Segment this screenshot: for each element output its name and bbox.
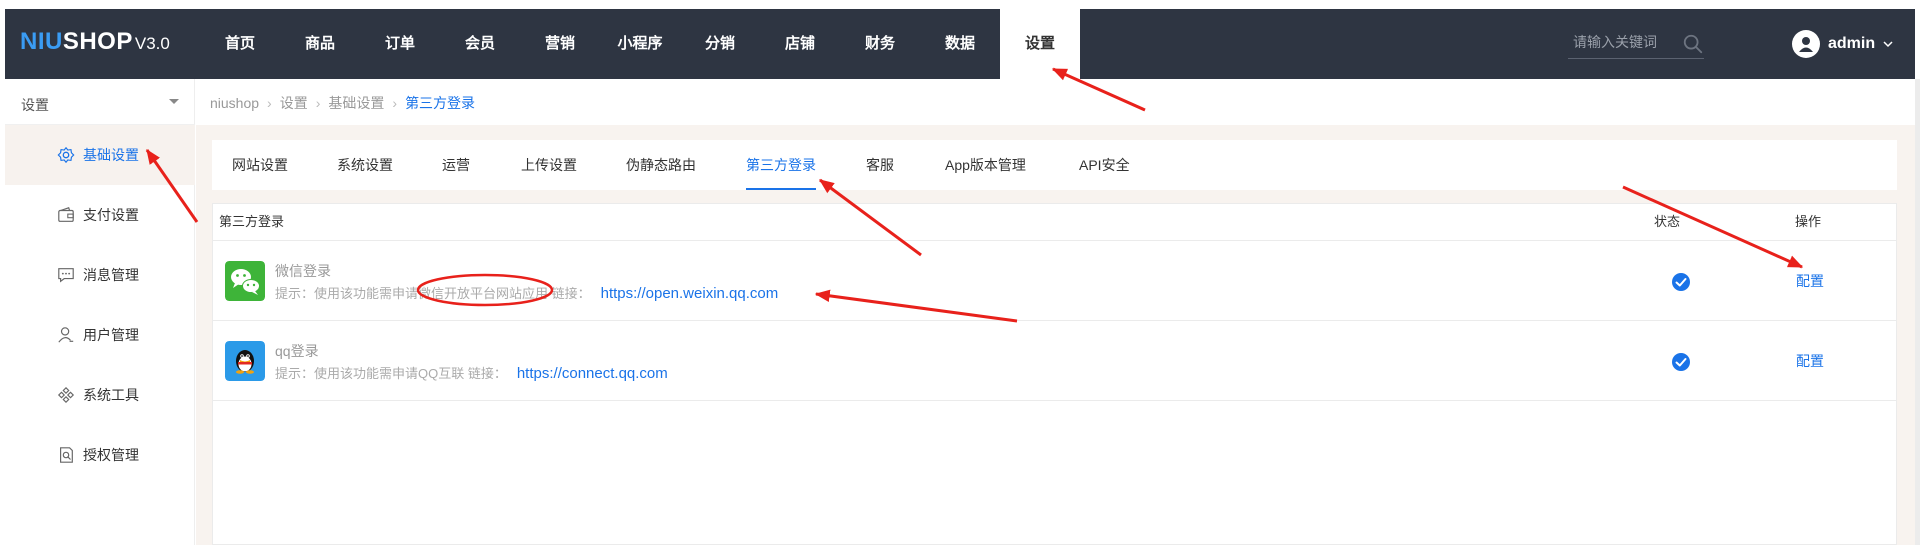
settings-tabs: 网站设置 系统设置 运营 上传设置 伪静态路由 第三方登录 客服 App版本管理…	[212, 140, 1897, 190]
nav-item-members[interactable]: 会员	[440, 9, 520, 79]
active-tab-indicator	[746, 188, 816, 190]
qq-icon	[225, 341, 265, 381]
tab-label: 第三方登录	[746, 157, 816, 173]
nav-item-stores[interactable]: 店铺	[760, 9, 840, 79]
sidebar-item-label: 用户管理	[83, 327, 139, 343]
tab-api-security[interactable]: API安全	[1079, 140, 1130, 190]
user-menu[interactable]: admin	[1792, 30, 1893, 58]
column-header-status: 状态	[1654, 214, 1681, 229]
nav-item-settings[interactable]: 设置	[1000, 9, 1080, 79]
breadcrumb: niushop › 设置 › 基础设置 › 第三方登录	[210, 93, 475, 113]
search-input[interactable]	[1573, 30, 1673, 54]
sidebar-item-payment-settings[interactable]: 支付设置	[5, 185, 195, 245]
column-header-name: 第三方登录	[219, 214, 285, 229]
nav-item-finance[interactable]: 财务	[840, 9, 920, 79]
main-content: niushop › 设置 › 基础设置 › 第三方登录 网站设置 系统设置 运营…	[196, 79, 1915, 545]
search-box	[1568, 27, 1704, 59]
provider-hint: 提示：使用该功能需申请微信开放平台网站应用 链接： https://open.w…	[275, 283, 778, 302]
logo[interactable]: NIUSHOP V3.0	[20, 28, 170, 58]
nav-item-orders[interactable]: 订单	[360, 9, 440, 79]
chevron-down-icon	[1883, 41, 1893, 48]
tab-pseudo-static-routes[interactable]: 伪静态路由	[626, 140, 696, 190]
nav-item-products[interactable]: 商品	[280, 9, 360, 79]
message-icon	[58, 268, 74, 283]
breadcrumb-separator: ›	[315, 95, 321, 111]
tab-operations[interactable]: 运营	[442, 140, 470, 190]
breadcrumb-separator: ›	[267, 95, 272, 111]
hint-text: 提示：使用该功能需申请微信开放平台网站应用 链接：	[275, 286, 591, 301]
sidebar-header[interactable]: 设置	[5, 79, 195, 125]
logo-version: V3.0	[134, 34, 170, 53]
sidebar-item-label: 消息管理	[83, 267, 139, 283]
logo-part-niu: NIU	[20, 28, 63, 55]
window-edge	[1915, 79, 1920, 545]
provider-name: qq登录	[275, 343, 319, 359]
nav-item-marketing[interactable]: 营销	[520, 9, 600, 79]
sidebar-item-license-management[interactable]: 授权管理	[5, 425, 195, 485]
nav-item-home[interactable]: 首页	[200, 9, 280, 79]
search-icon[interactable]	[1682, 33, 1704, 55]
sidebar-item-message-management[interactable]: 消息管理	[5, 245, 195, 305]
sidebar-title: 设置	[21, 97, 49, 113]
user-icon	[58, 327, 74, 343]
sidebar-item-label: 支付设置	[83, 207, 139, 223]
license-icon	[60, 447, 73, 463]
tab-website-settings[interactable]: 网站设置	[232, 140, 288, 190]
breadcrumb-current: 第三方登录	[405, 95, 476, 111]
tab-customer-service[interactable]: 客服	[866, 140, 894, 190]
tools-icon	[57, 386, 75, 404]
gear-icon	[57, 146, 75, 164]
wechat-icon	[225, 261, 265, 301]
main-nav: 首页 商品 订单 会员 营销 小程序 分销 店铺 财务 数据 设置	[200, 9, 1080, 79]
nav-item-miniprogram[interactable]: 小程序	[600, 9, 680, 79]
provider-link[interactable]: https://connect.qq.com	[517, 365, 668, 382]
breadcrumb-item[interactable]: 设置	[280, 93, 308, 113]
table-row: 微信登录 提示：使用该功能需申请微信开放平台网站应用 链接： https://o…	[213, 241, 1896, 321]
tab-third-party-login[interactable]: 第三方登录	[746, 140, 816, 190]
column-header-action: 操作	[1795, 214, 1822, 229]
sidebar: 设置 基础设置 支付设置 消息管理 用户管理 系统工具 授权管理	[5, 79, 195, 545]
logo-part-shop: SHOP	[62, 28, 133, 55]
provider-hint: 提示：使用该功能需申请QQ互联 链接： https://connect.qq.c…	[275, 363, 668, 382]
tab-upload-settings[interactable]: 上传设置	[521, 140, 577, 190]
breadcrumb-separator: ›	[392, 95, 398, 111]
provider-name: 微信登录	[275, 263, 331, 279]
table-row: qq登录 提示：使用该功能需申请QQ互联 链接： https://connect…	[213, 321, 1896, 401]
breadcrumb-item[interactable]: niushop	[210, 95, 259, 111]
user-avatar-icon	[1792, 30, 1820, 58]
tab-app-version-management[interactable]: App版本管理	[945, 140, 1026, 190]
sidebar-item-label: 系统工具	[83, 387, 139, 403]
caret-down-icon	[169, 99, 179, 104]
hint-text: 提示：使用该功能需申请QQ互联 链接：	[275, 366, 507, 381]
sidebar-item-user-management[interactable]: 用户管理	[5, 305, 195, 365]
configure-button[interactable]: 配置	[1796, 271, 1824, 291]
sidebar-item-basic-settings[interactable]: 基础设置	[5, 125, 195, 185]
user-name: admin	[1828, 35, 1876, 52]
configure-button[interactable]: 配置	[1796, 351, 1824, 371]
provider-link[interactable]: https://open.weixin.qq.com	[601, 285, 779, 302]
top-bar: NIUSHOP V3.0 首页 商品 订单 会员 营销 小程序 分销 店铺 财务…	[0, 0, 1920, 79]
nav-item-data[interactable]: 数据	[920, 9, 1000, 79]
sidebar-item-label: 授权管理	[83, 447, 139, 463]
check-circle-icon[interactable]	[1671, 352, 1691, 372]
third-party-login-table: 第三方登录 状态 操作 微信登录 提示：使用该功能需申请微信开放平台网站应用 链…	[212, 203, 1897, 545]
breadcrumb-item[interactable]: 基础设置	[328, 93, 384, 113]
check-circle-icon[interactable]	[1671, 272, 1691, 292]
nav-item-distribution[interactable]: 分销	[680, 9, 760, 79]
tab-system-settings[interactable]: 系统设置	[337, 140, 393, 190]
wallet-icon	[58, 207, 74, 222]
sidebar-item-system-tools[interactable]: 系统工具	[5, 365, 195, 425]
sidebar-item-label: 基础设置	[83, 147, 139, 163]
